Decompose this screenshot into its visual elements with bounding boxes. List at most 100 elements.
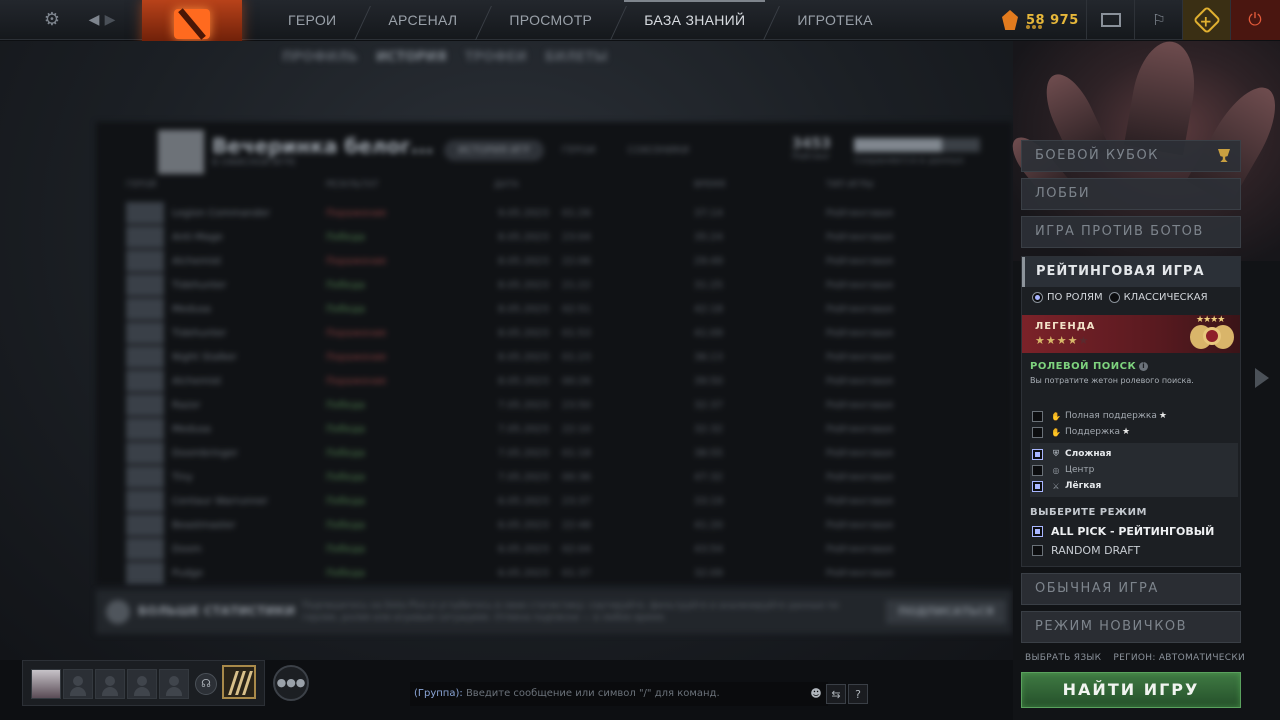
- checkbox[interactable]: [1032, 448, 1043, 460]
- table-row[interactable]: Doom Победа 6.05.2023 02:04 43:54 Рейтинговая: [126, 538, 986, 562]
- checkbox[interactable]: [1032, 526, 1043, 537]
- subscribe-button[interactable]: ПОДПИСАТЬСЯ: [886, 600, 1006, 624]
- col-type[interactable]: ТИП ИГРЫ: [826, 180, 873, 190]
- headset-icon[interactable]: ☊: [195, 673, 217, 695]
- match-time: 02:51: [562, 304, 591, 315]
- tab-allies[interactable]: СОЮЗНИКИ: [614, 140, 704, 161]
- hero-portrait: [126, 394, 164, 416]
- exit-button[interactable]: ⏻: [1230, 0, 1280, 40]
- table-row[interactable]: Razor Победа 7.05.2023 23:50 32:37 Рейтингова…: [126, 394, 986, 418]
- gear-icon[interactable]: ⚙: [40, 8, 64, 32]
- shield-icon: ⛨: [1053, 449, 1059, 458]
- screenshot-icon[interactable]: ⇆: [826, 684, 846, 704]
- battle-cup-button[interactable]: БОЕВОЙ КУБОК: [1021, 140, 1241, 172]
- party-slot-empty[interactable]: [127, 669, 157, 699]
- table-row[interactable]: Anti-Mage Победа 8.05.2023 23:04 35:24 Рейтин…: [126, 226, 986, 250]
- match-result: Победа: [326, 520, 365, 531]
- role-option[interactable]: ✋ Полная поддержка ★: [1032, 409, 1167, 423]
- bots-button[interactable]: ИГРА ПРОТИВ БОТОВ: [1021, 216, 1241, 248]
- table-row[interactable]: Night Stalker Поражение 8.05.2023 01:23 36:1…: [126, 346, 986, 370]
- game-mode-option[interactable]: ALL PICK - РЕЙТИНГОВЫЙ: [1032, 525, 1214, 538]
- subnav-trophies[interactable]: ТРОФЕИ: [465, 50, 527, 65]
- armory-button[interactable]: ⚐: [1134, 0, 1182, 40]
- checkbox[interactable]: [1032, 545, 1043, 556]
- nav-heroes[interactable]: ГЕРОИ: [262, 0, 362, 40]
- party-slot-empty[interactable]: [63, 669, 93, 699]
- table-row[interactable]: Medusa Победа 7.05.2023 22:10 32:32 Рейтингов…: [126, 418, 986, 442]
- radio-classic[interactable]: КЛАССИЧЕСКАЯ: [1108, 292, 1208, 303]
- tab-match-history[interactable]: ИСТОРИЯ ИГР: [444, 140, 544, 161]
- table-row[interactable]: Alchemist Поражение 8.05.2023 00:26 39:50 Рей…: [126, 370, 986, 394]
- party-slot-self[interactable]: [31, 669, 61, 699]
- info-icon[interactable]: i: [1139, 362, 1149, 371]
- forward-arrow-icon[interactable]: ▶: [98, 8, 122, 32]
- nav-arcade[interactable]: ИГРОТЕКА: [771, 0, 898, 40]
- language-select[interactable]: ВЫБРАТЬ ЯЗЫК: [1025, 653, 1101, 663]
- col-hero[interactable]: ГЕРОЙ: [126, 180, 156, 190]
- avatar[interactable]: [158, 130, 204, 174]
- rating-value: 3453: [792, 136, 831, 152]
- table-row[interactable]: Tiny Победа 7.05.2023 00:36 47:32 Рейтинговая: [126, 466, 986, 490]
- match-duration: 38:55: [694, 448, 723, 459]
- nav-knowledge-base[interactable]: БАЗА ЗНАНИЙ: [618, 0, 771, 40]
- newbie-mode-button[interactable]: РЕЖИМ НОВИЧКОВ: [1021, 611, 1241, 643]
- checkbox[interactable]: [1032, 480, 1043, 492]
- subnav-tickets[interactable]: БИЛЕТЫ: [545, 50, 608, 65]
- radio-by-roles[interactable]: ПО РОЛЯМ: [1032, 292, 1103, 303]
- col-result[interactable]: РЕЗУЛЬТАТ: [326, 180, 378, 190]
- role-search-title: РОЛЕВОЙ ПОИСК i: [1030, 361, 1149, 372]
- find-game-button[interactable]: НАЙТИ ИГРУ: [1021, 672, 1241, 708]
- target-icon: ◎: [1052, 465, 1060, 475]
- table-row[interactable]: Doombringer Победа 7.05.2023 01:18 38:55 Рейт…: [126, 442, 986, 466]
- game-mode-label: ALL PICK - РЕЙТИНГОВЫЙ: [1051, 525, 1215, 538]
- table-row[interactable]: Medusa Победа 8.05.2023 02:51 42:18 Рейтингов…: [126, 298, 986, 322]
- normal-game-button[interactable]: ОБЫЧНАЯ ИГРА: [1021, 573, 1241, 605]
- region-select[interactable]: РЕГИОН: АВТОМАТИЧЕСКИ: [1113, 653, 1245, 663]
- subnav-profile[interactable]: ПРОФИЛЬ: [282, 50, 358, 65]
- nav-arsenal[interactable]: АРСЕНАЛ: [362, 0, 483, 40]
- role-option[interactable]: ✋ Поддержка ★: [1032, 425, 1130, 439]
- checkbox[interactable]: [1032, 410, 1043, 422]
- party-slot-empty[interactable]: [159, 669, 189, 699]
- match-date: 8.05.2023: [498, 304, 549, 315]
- hero-name: Alchemist: [172, 256, 222, 267]
- hero-name: Medusa: [172, 304, 211, 315]
- match-date: 7.05.2023: [498, 448, 549, 459]
- table-row[interactable]: Tidehunter Поражение 8.05.2023 01:53 41:09 Ре…: [126, 322, 986, 346]
- checkbox[interactable]: [1032, 426, 1043, 438]
- game-mode-option[interactable]: RANDOM DRAFT: [1032, 544, 1140, 557]
- group-people-icon[interactable]: ●●●: [273, 665, 309, 701]
- mail-button[interactable]: [1086, 0, 1134, 40]
- table-row[interactable]: Alchemist Поражение 8.05.2023 22:06 29:49 Рей…: [126, 250, 986, 274]
- shards-balance[interactable]: 58 975: [1002, 8, 1079, 32]
- rank-banner: ЛЕГЕНДА ★★★★★ ★★★★: [1022, 315, 1240, 353]
- ranked-title[interactable]: РЕЙТИНГОВАЯ ИГРА: [1022, 257, 1240, 287]
- col-date[interactable]: ДАТА: [494, 180, 519, 190]
- star-icon: ★: [1158, 411, 1167, 421]
- help-icon[interactable]: ?: [848, 684, 868, 704]
- role-option[interactable]: ⚔ Лёгкая: [1032, 479, 1101, 493]
- role-option[interactable]: ⛨ Сложная: [1032, 447, 1111, 461]
- table-row[interactable]: Tidehunter Победа 8.05.2023 21:22 31:25 Рейти…: [126, 274, 986, 298]
- match-result: Победа: [326, 448, 365, 459]
- table-row[interactable]: Beastmaster Победа 6.05.2023 22:48 41:20 Рейт…: [126, 514, 986, 538]
- table-row[interactable]: Centaur Warrunner Победа 6.05.2023 23:37 33:…: [126, 490, 986, 514]
- party-slot-empty[interactable]: [95, 669, 125, 699]
- table-row[interactable]: Pudge Победа 6.05.2023 01:37 32:09 Рейтингова…: [126, 562, 986, 586]
- chat-input[interactable]: (Группа): Введите сообщение или символ "…: [410, 682, 828, 706]
- nav-watch[interactable]: ПРОСМОТР: [483, 0, 618, 40]
- hero-portrait: [126, 370, 164, 392]
- subnav-history[interactable]: ИСТОРИЯ: [376, 50, 447, 65]
- panel-expand-arrow-icon[interactable]: [1255, 368, 1269, 388]
- dota-plus-button[interactable]: +: [1182, 0, 1230, 40]
- match-duration: 41:09: [694, 328, 723, 339]
- hero-portrait: [126, 490, 164, 512]
- role-option[interactable]: ◎ Центр: [1032, 463, 1094, 477]
- tab-heroes[interactable]: ГЕРОИ: [548, 140, 610, 161]
- checkbox[interactable]: [1032, 464, 1043, 476]
- rank-tier-icon[interactable]: [222, 665, 256, 699]
- table-row[interactable]: Legion Commander Поражение 9.05.2023 01:26 3…: [126, 202, 986, 226]
- lobby-button[interactable]: ЛОББИ: [1021, 178, 1241, 210]
- col-duration[interactable]: ВРЕМЯ: [694, 180, 725, 190]
- emoji-icon[interactable]: ☻: [806, 684, 826, 704]
